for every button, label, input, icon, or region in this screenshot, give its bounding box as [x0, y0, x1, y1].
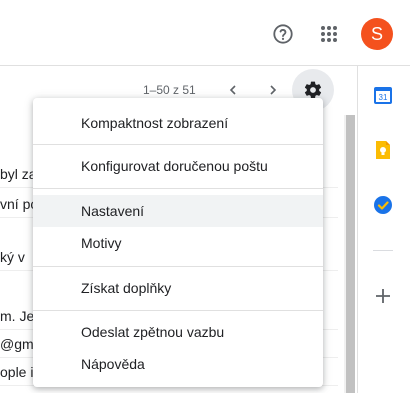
side-panel: [357, 66, 410, 393]
menu-item-label: Motivy: [81, 235, 122, 251]
side-panel-divider: [373, 250, 393, 251]
menu-item-feedback[interactable]: Odeslat zpětnou vazbu: [33, 316, 323, 348]
pagination-text: 1–50 z 51: [143, 83, 196, 97]
menu-item-addons[interactable]: Získat doplňky: [33, 272, 323, 304]
menu-item-density[interactable]: Kompaktnost zobrazení: [33, 107, 323, 139]
menu-item-inbox-config[interactable]: Konfigurovat doručenou poštu: [33, 150, 323, 182]
plus-icon[interactable]: [372, 285, 394, 307]
chevron-right-icon[interactable]: [263, 80, 283, 100]
tasks-icon[interactable]: [372, 194, 394, 216]
calendar-day: 31: [379, 93, 388, 102]
menu-item-label: Odeslat zpětnou vazbu: [81, 324, 225, 340]
menu-item-label: Kompaktnost zobrazení: [81, 115, 229, 131]
menu-item-settings[interactable]: Nastavení: [33, 195, 323, 227]
gear-icon: [304, 81, 322, 99]
scrollbar-thumb[interactable]: [346, 115, 355, 393]
menu-divider: [33, 144, 323, 145]
keep-icon[interactable]: [372, 139, 394, 161]
chevron-left-icon[interactable]: [223, 80, 243, 100]
email-snippet: m. Je: [0, 308, 35, 324]
avatar[interactable]: S: [361, 18, 393, 50]
email-snippet: ký v: [0, 249, 25, 265]
email-snippet: byl za: [0, 166, 37, 182]
menu-divider: [33, 266, 323, 267]
settings-menu: Kompaktnost zobrazení Konfigurovat doruč…: [33, 98, 323, 387]
menu-item-label: Nápověda: [81, 356, 145, 372]
calendar-icon[interactable]: 31: [372, 84, 394, 106]
help-icon[interactable]: [268, 19, 298, 49]
menu-item-help[interactable]: Nápověda: [33, 348, 323, 380]
apps-grid-icon[interactable]: [314, 19, 344, 49]
menu-divider: [33, 310, 323, 311]
menu-item-themes[interactable]: Motivy: [33, 227, 323, 259]
menu-item-label: Konfigurovat doručenou poštu: [81, 158, 268, 174]
menu-item-label: Získat doplňky: [81, 280, 172, 296]
menu-divider: [33, 188, 323, 189]
top-header: S: [0, 0, 410, 66]
menu-item-label: Nastavení: [81, 203, 145, 219]
